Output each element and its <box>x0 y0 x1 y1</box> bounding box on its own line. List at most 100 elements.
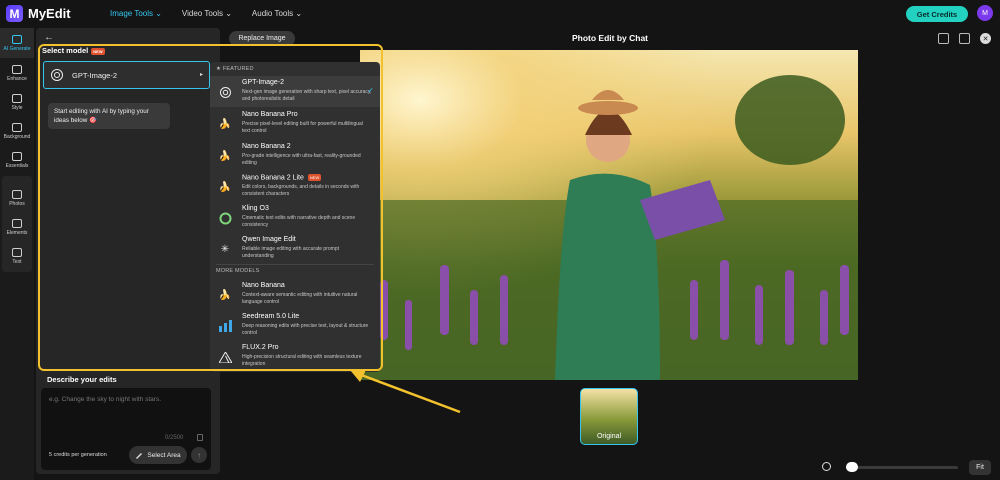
nav-image-tools[interactable]: Image Tools ⌄ <box>110 9 162 18</box>
enhance-icon <box>12 64 22 74</box>
model-name: FLUX.2 Pro <box>242 344 279 351</box>
banana-icon: 🍌 <box>218 150 232 162</box>
canvas-tools: ✕ <box>938 33 991 44</box>
kling-icon <box>218 211 232 225</box>
rail-label: Photos <box>9 200 25 207</box>
select-model-label: Select model NEW <box>42 46 105 55</box>
openai-icon <box>218 85 232 99</box>
model-option-nano-banana[interactable]: 🍌 Nano Banana Context-aware semantic edi… <box>210 279 380 310</box>
zoom-icon[interactable] <box>822 462 831 471</box>
photo-illustration <box>360 50 858 380</box>
edited-photo <box>360 50 858 380</box>
section-divider <box>216 264 374 265</box>
get-credits-button[interactable]: Get Credits <box>906 6 968 22</box>
trash-icon[interactable] <box>197 434 203 441</box>
rail-label: AI Generate <box>3 45 31 52</box>
select-area-button[interactable]: Select Area <box>129 446 187 464</box>
text-icon <box>12 247 22 257</box>
model-desc: Reliable image editing with accurate pro… <box>242 246 339 259</box>
rail-item-photos[interactable]: Photos <box>0 183 34 213</box>
replace-image-button[interactable]: Replace Image <box>229 31 295 46</box>
cost-text: 5 credits per generation <box>49 452 107 458</box>
app-logo[interactable]: M MyEdit <box>6 5 71 22</box>
photos-icon <box>12 189 22 199</box>
chat-bubble: Start editing with AI by typing your ide… <box>48 103 170 129</box>
style-icon <box>12 93 22 103</box>
annotation-arrow <box>350 370 461 414</box>
magic-wand-icon <box>12 34 22 44</box>
describe-label: Describe your edits <box>47 375 117 384</box>
model-name: GPT-Image-2 <box>242 79 285 86</box>
model-name: Kling O3 <box>242 205 269 212</box>
model-option-qwen-image-edit[interactable]: ✳ Qwen Image Edit Reliable image editing… <box>210 233 380 264</box>
more-models-label: MORE MODELS <box>216 268 260 274</box>
banana-icon: 🍌 <box>218 118 232 130</box>
openai-icon <box>51 69 63 81</box>
rail-label: Essentials <box>5 162 29 169</box>
model-desc: Cinematic text edits with narrative dept… <box>242 215 356 228</box>
qwen-icon: ✳ <box>220 243 230 255</box>
seedream-icon <box>218 319 232 333</box>
send-button[interactable]: ↑ <box>191 447 207 463</box>
nav-audio-tools[interactable]: Audio Tools ⌄ <box>252 9 302 18</box>
select-model-text: Select model <box>42 46 89 55</box>
model-name: Qwen Image Edit <box>242 236 296 243</box>
rail-item-background[interactable]: Background <box>0 116 34 146</box>
essentials-icon <box>12 151 22 161</box>
describe-box: e.g. Change the sky to night with stars.… <box>41 388 211 470</box>
model-desc: Next-gen image generation with sharp tex… <box>242 89 372 102</box>
rail-label: Style <box>11 104 23 111</box>
model-desc: Precise pixel-level editing built for po… <box>242 121 363 134</box>
original-thumbnail[interactable]: Original <box>580 388 638 445</box>
thumbnail-label: Original <box>596 433 622 440</box>
rail-item-text[interactable]: Text <box>0 241 34 271</box>
rail-label: Elements <box>6 229 28 236</box>
left-rail: AI Generate Enhance Style Background Ess… <box>0 28 34 480</box>
model-option-nano-banana-2-lite[interactable]: 🍌 Nano Banana 2 Lite NEW Edit colors, bac… <box>210 171 380 202</box>
chevron-right-icon: ▸ <box>199 72 203 78</box>
model-name-text: Nano Banana 2 Lite <box>242 174 304 182</box>
top-nav: Image Tools ⌄ Video Tools ⌄ Audio Tools … <box>110 9 302 18</box>
model-option-gpt-image-2[interactable]: GPT-Image-2 Next-gen image generation wi… <box>210 76 380 107</box>
top-bar: M MyEdit Image Tools ⌄ Video Tools ⌄ Aud… <box>0 0 1000 28</box>
rail-item-ai-generate[interactable]: AI Generate <box>0 28 34 58</box>
compare-icon[interactable] <box>959 33 970 44</box>
model-option-nano-banana-pro[interactable]: 🍌 Nano Banana Pro Precise pixel-level ed… <box>210 108 380 139</box>
nav-video-tools[interactable]: Video Tools ⌄ <box>182 9 232 18</box>
fit-button[interactable]: Fit <box>969 460 991 475</box>
zoom-slider[interactable] <box>846 462 958 472</box>
banana-icon: 🍌 <box>218 289 232 301</box>
back-arrow-icon[interactable]: ← <box>44 32 54 43</box>
selected-model-name: GPT-Image-2 <box>72 70 118 80</box>
zoom-handle[interactable] <box>846 462 858 472</box>
background-icon <box>12 122 22 132</box>
logo-icon: M <box>6 5 23 22</box>
rail-label: Background <box>3 133 31 140</box>
model-name: Nano Banana Pro <box>242 111 298 118</box>
brush-icon <box>136 453 143 459</box>
model-name: Nano Banana <box>242 282 285 289</box>
describe-input[interactable]: e.g. Change the sky to night with stars. <box>49 396 161 403</box>
edit-panel: ← Select model NEW GPT-Image-2 ▸ Start ed… <box>36 28 220 474</box>
char-counter: 0/2500 <box>165 435 184 441</box>
rail-item-elements[interactable]: Elements <box>0 212 34 242</box>
model-option-nano-banana-2[interactable]: 🍌 Nano Banana 2 Pro-grade intelligence w… <box>210 140 380 171</box>
new-badge: NEW <box>91 47 105 55</box>
rail-item-essentials[interactable]: Essentials <box>0 145 34 175</box>
close-icon[interactable]: ✕ <box>980 33 991 44</box>
model-option-seedream[interactable]: Seedream 5.0 Lite Deep reasoning edits w… <box>210 310 380 341</box>
rail-item-enhance[interactable]: Enhance <box>0 58 34 88</box>
select-area-label: Select Area <box>147 451 181 459</box>
flux-icon <box>218 350 232 364</box>
model-name: Nano Banana 2 <box>242 143 291 150</box>
model-name: Seedream 5.0 Lite <box>242 313 300 320</box>
featured-section-label: ★ FEATURED <box>216 66 254 72</box>
model-desc: Deep reasoning edits with precise text, … <box>242 323 369 336</box>
rail-label: Enhance <box>7 75 27 82</box>
avatar[interactable]: M <box>977 5 993 21</box>
canvas-title: Photo Edit by Chat <box>571 33 649 43</box>
hand-icon[interactable] <box>938 33 949 44</box>
model-option-kling-o3[interactable]: Kling O3 Cinematic text edits with narra… <box>210 202 380 233</box>
model-select[interactable]: GPT-Image-2 ▸ <box>43 61 210 89</box>
rail-item-style[interactable]: Style <box>0 87 34 117</box>
